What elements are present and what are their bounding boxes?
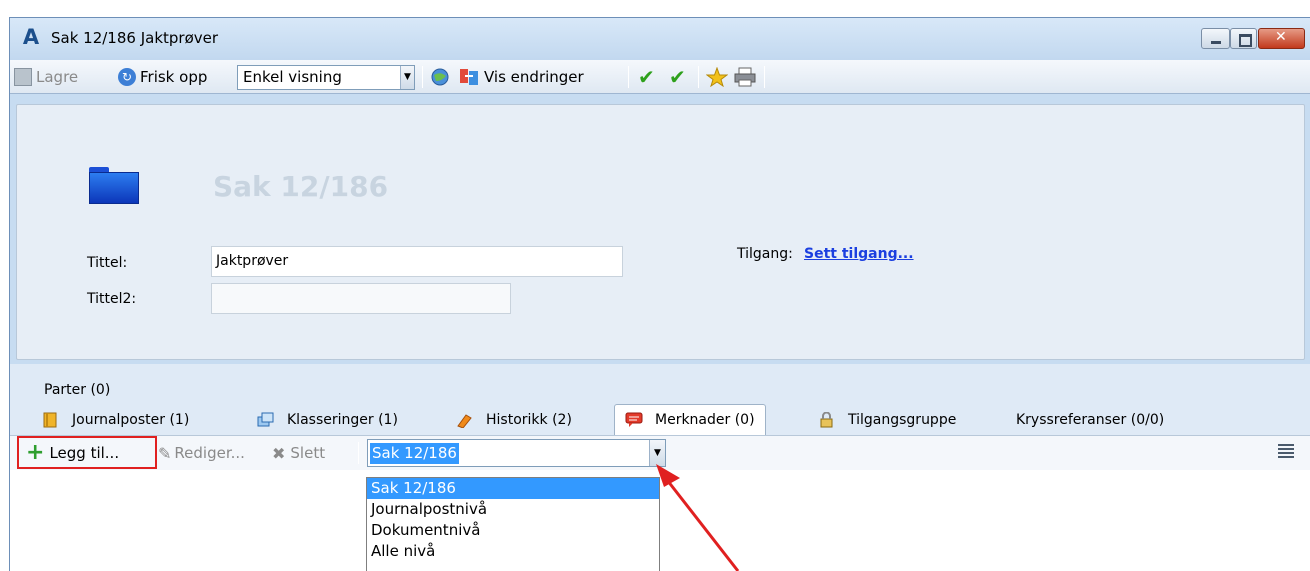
annotation-arrow [656, 464, 740, 571]
